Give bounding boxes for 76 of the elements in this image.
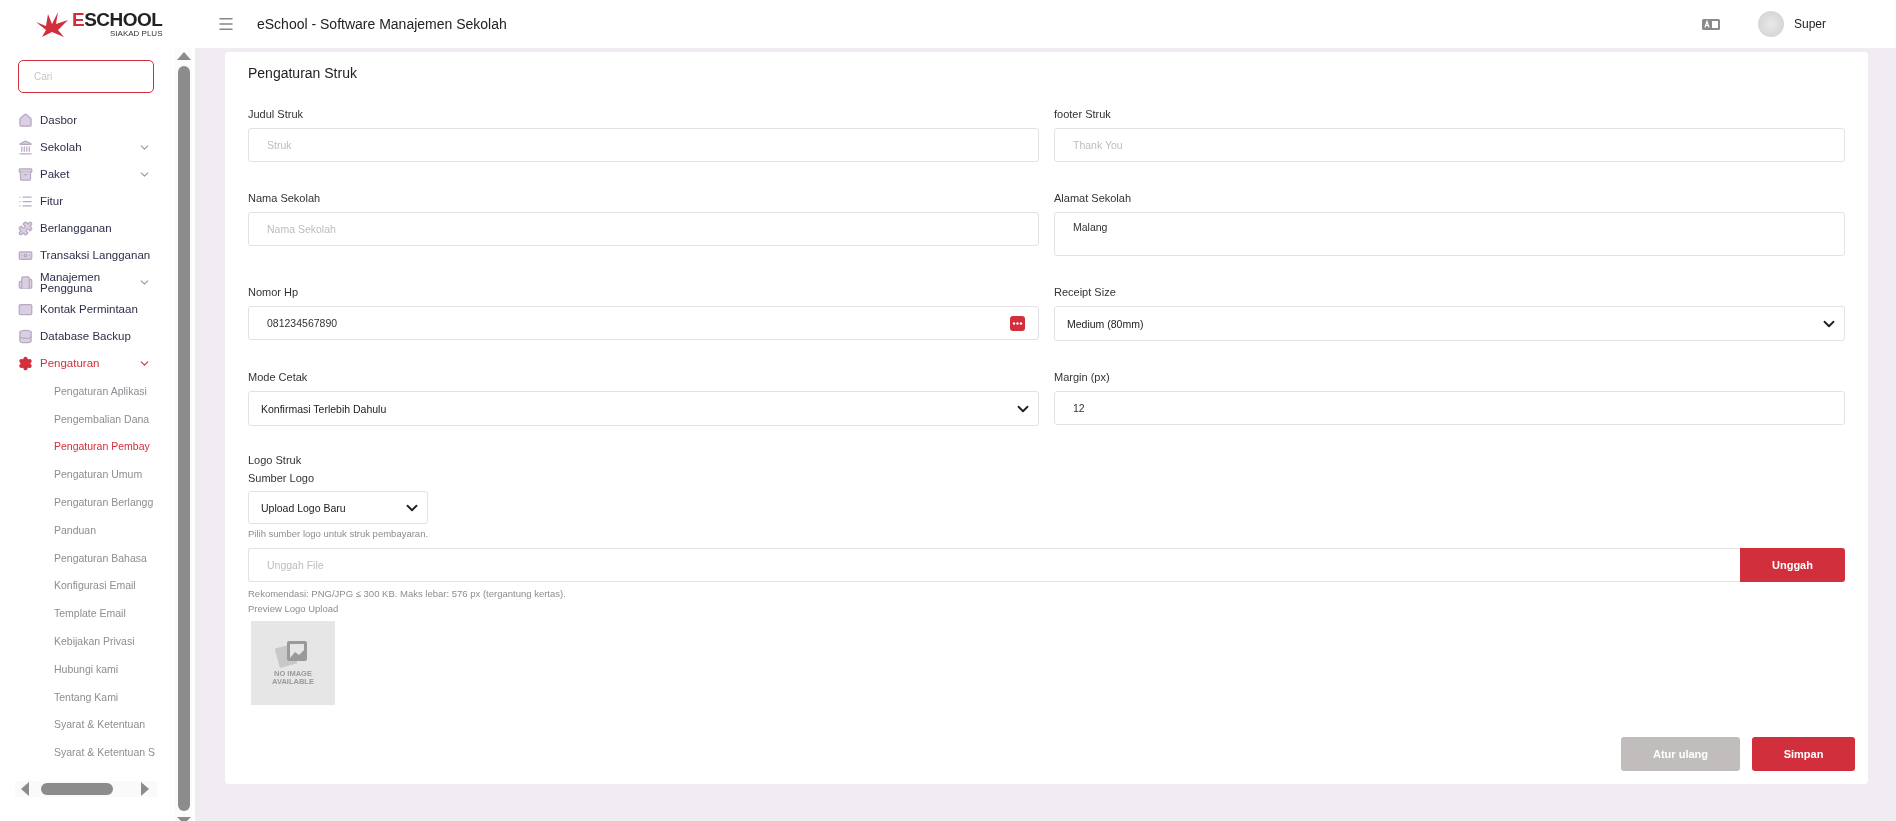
field-label: Margin (px) [1054,371,1111,383]
field-label: footer Struk [1054,108,1112,120]
sidebar-item[interactable]: Kontak Permintaan [0,296,175,323]
file-field[interactable]: Unggah File [248,548,1740,582]
archive-icon [18,167,33,182]
sidebar-subitem[interactable]: Pengaturan Berlangg [0,488,175,516]
sidebar-item[interactable]: Dasbor [0,107,175,134]
gear-icon [18,356,33,371]
banknote-icon [18,248,33,263]
sidebar-subitem[interactable]: Syarat & Ketentuan S [0,738,175,767]
upload-button[interactable]: Unggah [1740,548,1845,582]
search-field[interactable]: Cari [18,60,154,93]
app-title: eSchool - Software Manajemen Sekolah [257,16,507,32]
sidebar-item[interactable]: Paket [0,161,175,188]
help-text: Pilih sumber logo untuk struk pembayaran. [248,528,430,539]
field-label: Judul Struk [248,108,305,120]
sidebar-subitem[interactable]: Panduan [0,516,175,544]
field-label: Receipt Size [1054,286,1117,298]
user-name[interactable]: Super [1793,17,1826,31]
field-label: Sumber Logo [248,471,316,486]
scrollbar-thumb[interactable] [177,66,190,811]
phone-field[interactable]: 081234567890 [248,306,1039,340]
text-field[interactable]: Thank You [1054,128,1845,162]
sidebar-subitem[interactable]: Pengaturan Umum [0,460,175,489]
sidebar-subitem[interactable]: Tentang Kami [0,682,175,711]
horizontal-scrollbar[interactable] [15,781,157,797]
field-label: Nomor Hp [248,286,300,298]
down-arrow-icon[interactable] [176,817,191,821]
text-field[interactable]: Nama Sekolah [248,212,1039,246]
sidebar-subitem[interactable]: Pengaturan Pembay [0,432,175,461]
sidebar-subitem[interactable]: Template Email [0,599,175,628]
sidebar-item[interactable]: Pengaturan [0,350,175,377]
sidebar-item[interactable]: Database Backup [0,323,175,350]
translate-icon[interactable] [1701,18,1720,30]
help-text: Rekomendasi: PNG/JPG ≤ 300 KB. Maks lebar: 576 px (tergantung kertas). [248,588,567,599]
field-label: Alamat Sekolah [1054,192,1133,204]
text-field[interactable]: 12 [1054,391,1845,425]
sidebar-item[interactable]: Berlangganan [0,215,175,242]
logo-text: ESCHOOL [72,10,163,29]
text-area[interactable]: Malang [1054,212,1845,256]
sidebar-subitem[interactable]: Pengaturan Aplikasi [0,377,175,405]
right-arrow-icon[interactable] [141,782,149,796]
home-icon [18,113,33,128]
bank-icon [18,140,33,155]
card-title: Pengaturan Struk [248,64,358,83]
sidebar-subitem[interactable]: Pengaturan Bahasa [0,543,175,572]
list-icon [18,194,33,209]
mail-icon [18,302,33,317]
sidebar-item[interactable]: Fitur [0,188,175,215]
dots-icon[interactable] [1010,316,1025,331]
up-arrow-icon[interactable] [176,52,191,60]
select-field[interactable]: Medium (80mm) [1054,306,1845,341]
vertical-scrollbar[interactable] [175,48,192,821]
section-title: Logo Struk [248,453,303,468]
sidebar-item[interactable]: Transaksi Langganan [0,242,175,269]
logo-tagline: SIAKAD PLUS [110,29,163,38]
building-icon [18,275,33,290]
save-button[interactable]: Simpan [1752,737,1855,771]
left-arrow-icon[interactable] [21,782,29,796]
sidebar-subitem[interactable]: Syarat & Ketentuan [0,710,175,739]
sidebar-subitem[interactable]: Konfigurasi Email [0,571,175,600]
field-label: Nama Sekolah [248,192,322,204]
text-field[interactable]: Struk [248,128,1039,162]
sidebar-item[interactable]: Sekolah [0,134,175,161]
preview-label: Preview Logo Upload [248,603,340,614]
menu-icon[interactable] [217,15,235,33]
scrollbar-thumb[interactable] [41,783,113,795]
field-label: Mode Cetak [248,371,309,383]
select-field[interactable]: Konfirmasi Terlebih Dahulu [248,391,1039,426]
puzzle-icon [18,221,33,236]
select-field[interactable]: Upload Logo Baru [248,491,428,524]
sidebar-subitem[interactable]: Pengembalian Dana [0,404,175,433]
database-icon [18,329,33,344]
sidebar-subitem[interactable]: Hubungi kami [0,654,175,683]
sidebar-item[interactable]: Manajemen Pengguna [0,269,175,296]
sidebar-subitem[interactable]: Kebijakan Privasi [0,627,175,655]
